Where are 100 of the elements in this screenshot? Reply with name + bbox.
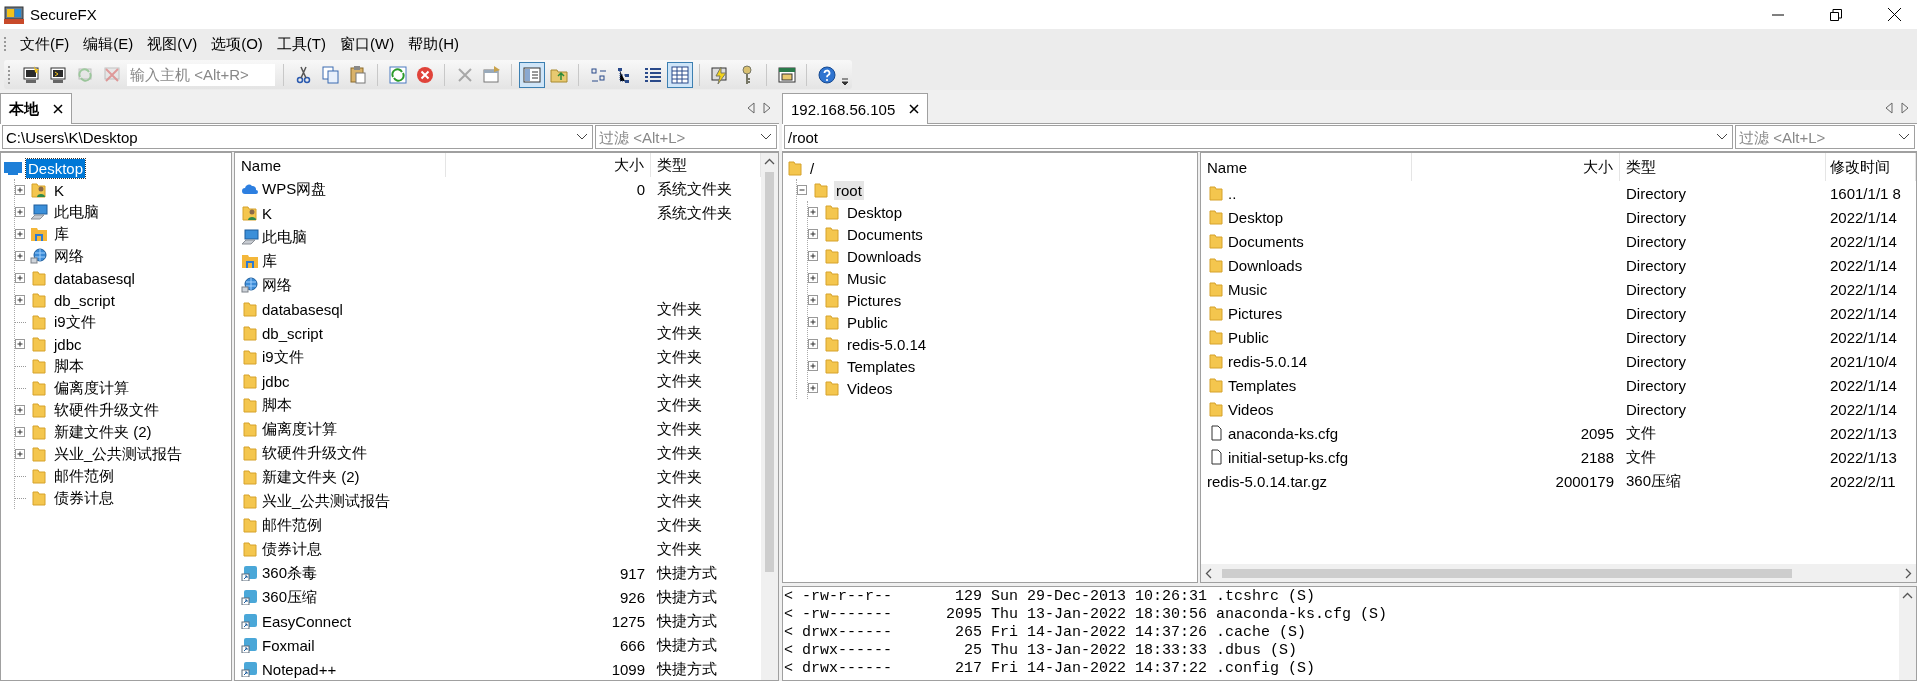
file-name[interactable]: Foxmail (262, 636, 315, 654)
file-name[interactable]: 邮件范例 (262, 515, 322, 535)
file-name[interactable]: 360杀毒 (262, 563, 318, 583)
tree-item[interactable]: Pictures (845, 290, 904, 310)
menu-item[interactable]: 视图(V) (140, 31, 205, 57)
expand-icon[interactable] (808, 250, 819, 262)
tree-item[interactable]: 网络 (52, 245, 86, 267)
file-name[interactable]: 债券计息 (262, 539, 322, 559)
menu-item[interactable]: 帮助(H) (401, 31, 466, 57)
tree-item[interactable]: 邮件范例 (52, 465, 116, 487)
file-name[interactable]: 软硬件升级文件 (262, 443, 367, 463)
column-header[interactable]: 大小 (1412, 153, 1620, 181)
file-name[interactable]: Pictures (1228, 304, 1283, 322)
expand-icon[interactable] (808, 206, 819, 218)
tree-item[interactable]: 偏离度计算 (52, 377, 131, 399)
expand-icon[interactable] (15, 294, 26, 306)
expand-icon[interactable] (15, 272, 26, 284)
column-header[interactable]: 类型 (1620, 153, 1826, 181)
tree-item[interactable]: / (808, 158, 817, 178)
expand-icon[interactable] (15, 404, 26, 416)
minimize-icon[interactable] (1772, 13, 1784, 16)
file-name[interactable]: Notepad++ (262, 660, 337, 678)
tree-item[interactable]: 脚本 (52, 355, 86, 377)
tree-item[interactable]: Documents (845, 224, 925, 244)
path-combobox[interactable]: C:\Users\K\Desktop (2, 125, 593, 149)
tab[interactable]: 本地 (0, 93, 72, 124)
menu-item[interactable]: 选项(O) (204, 31, 270, 57)
tree-item[interactable]: Music (845, 268, 889, 288)
file-name[interactable]: Templates (1228, 376, 1297, 394)
close-icon[interactable] (53, 104, 63, 114)
expand-icon[interactable] (808, 294, 819, 306)
file-name[interactable]: jdbc (262, 372, 290, 390)
file-name[interactable]: 新建文件夹 (2) (262, 467, 360, 487)
close-icon[interactable] (1887, 8, 1901, 21)
expand-icon[interactable] (15, 228, 26, 240)
file-name[interactable]: anaconda-ks.cfg (1228, 424, 1339, 442)
file-name[interactable]: Music (1228, 280, 1268, 298)
file-name[interactable]: db_script (262, 324, 323, 342)
tree-item[interactable]: Templates (845, 356, 918, 376)
expand-icon[interactable] (808, 228, 819, 240)
file-name[interactable]: redis-5.0.14 (1228, 352, 1308, 370)
tree-item[interactable]: 库 (52, 223, 71, 245)
menu-item[interactable]: 窗口(W) (333, 31, 402, 57)
tree-item[interactable]: 新建文件夹 (2) (52, 421, 154, 443)
tree-item[interactable]: Desktop (845, 202, 905, 222)
restore-icon[interactable] (1830, 8, 1842, 21)
collapse-icon[interactable] (797, 184, 808, 196)
file-name[interactable]: 脚本 (262, 395, 292, 415)
file-name[interactable]: 兴业_公共测试报告 (262, 491, 391, 511)
expand-icon[interactable] (808, 360, 819, 372)
filter-combobox[interactable]: 过滤 <Alt+L> (595, 125, 777, 149)
column-header[interactable]: 大小 (446, 153, 651, 177)
tree-item[interactable]: databasesql (52, 268, 137, 288)
expand-icon[interactable] (15, 206, 26, 218)
file-name[interactable]: initial-setup-ks.cfg (1228, 448, 1349, 466)
path-combobox[interactable]: /root (784, 125, 1733, 149)
tree-item[interactable]: redis-5.0.14 (845, 334, 929, 354)
column-header[interactable]: Name (1201, 153, 1412, 181)
menu-item[interactable]: 文件(F) (13, 31, 77, 57)
file-name[interactable]: 网络 (262, 275, 292, 295)
file-name[interactable]: K (262, 204, 272, 222)
file-name[interactable]: 库 (262, 251, 277, 271)
tree-item[interactable]: Videos (845, 378, 895, 398)
file-name[interactable]: Desktop (1228, 208, 1284, 226)
expand-icon[interactable] (808, 382, 819, 394)
file-name[interactable]: Documents (1228, 232, 1304, 250)
expand-icon[interactable] (808, 338, 819, 350)
expand-icon[interactable] (808, 272, 819, 284)
column-header[interactable]: Name (235, 153, 446, 177)
scroll-right-icon[interactable] (1901, 102, 1909, 114)
panel-button[interactable] (518, 61, 545, 88)
file-name[interactable]: 此电脑 (262, 227, 307, 247)
tree-item[interactable]: Public (845, 312, 890, 332)
expand-icon[interactable] (808, 316, 819, 328)
tree-item[interactable]: 兴业_公共测试报告 (52, 443, 185, 465)
tree-item[interactable]: root (834, 180, 864, 200)
file-name[interactable]: WPS网盘 (262, 179, 327, 199)
tree-item[interactable]: K (52, 180, 66, 200)
scroll-left-icon[interactable] (747, 102, 755, 114)
file-name[interactable]: .. (1228, 184, 1237, 202)
expand-icon[interactable] (15, 184, 26, 196)
scrollbar-thumb[interactable] (1222, 568, 1792, 578)
tree-item[interactable]: Desktop (26, 158, 86, 178)
expand-icon[interactable] (15, 426, 26, 438)
tree-item[interactable]: Downloads (845, 246, 924, 266)
expand-icon[interactable] (15, 448, 26, 460)
tab[interactable]: 192.168.56.105 (782, 93, 929, 124)
tree-item[interactable]: db_script (52, 290, 117, 310)
expand-icon[interactable] (15, 250, 26, 262)
filter-combobox[interactable]: 过滤 <Alt+L> (1735, 125, 1915, 149)
menu-item[interactable]: 编辑(E) (76, 31, 141, 57)
file-name[interactable]: Videos (1228, 400, 1274, 418)
expand-icon[interactable] (15, 338, 26, 350)
host-field[interactable]: 输入主机 <Alt+R> (127, 63, 275, 86)
tree-item[interactable]: 此电脑 (52, 201, 101, 223)
file-name[interactable]: 偏离度计算 (262, 419, 337, 439)
tree-item[interactable]: 软硬件升级文件 (52, 399, 161, 421)
grid-button[interactable] (666, 61, 693, 88)
column-header[interactable]: 修改时间 (1826, 153, 1916, 181)
scroll-right-icon[interactable] (763, 102, 771, 114)
